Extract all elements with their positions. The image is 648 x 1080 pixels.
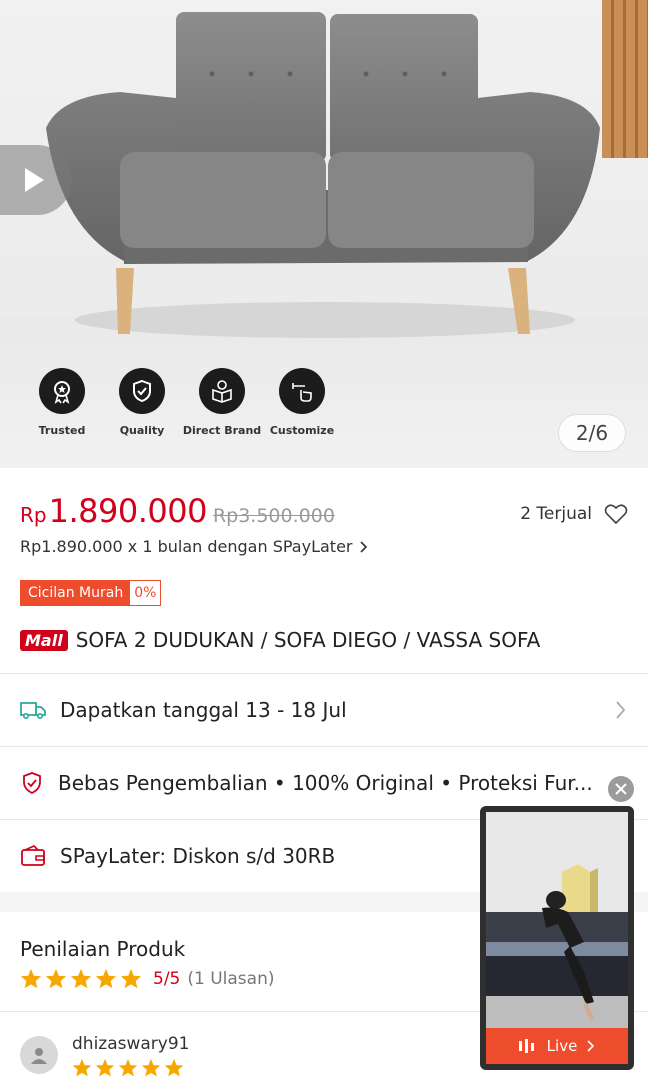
box-money-icon — [212, 380, 232, 403]
current-price: 1.890.000 — [48, 492, 208, 530]
badge-customize: Customize — [262, 368, 342, 437]
badge-label: Customize — [269, 424, 335, 437]
shipping-text: Dapatkan tanggal 13 - 18 Jul — [60, 698, 347, 722]
star-icon — [164, 1058, 184, 1077]
rating-value: 5/5 — [153, 969, 181, 989]
cicilan-label: Cicilan Murah — [21, 581, 131, 605]
price-currency: Rp — [20, 503, 47, 527]
chevron-right-icon — [360, 540, 368, 553]
review-stars — [72, 1058, 190, 1078]
live-preview-image — [486, 812, 628, 1064]
feature-badges: Trusted Quality Direct Brand Customize — [22, 368, 342, 437]
star-icon — [120, 968, 142, 989]
original-price: Rp3.500.000 — [212, 505, 335, 527]
product-title: SOFA 2 DUDUKAN / SOFA DIEGO / VASSA SOFA — [75, 628, 541, 652]
wallet-icon — [21, 845, 45, 866]
star-icon — [70, 968, 92, 989]
star-icon — [45, 968, 67, 989]
hand-pointer-icon — [292, 383, 312, 402]
heart-icon[interactable] — [604, 503, 628, 525]
star-icon — [95, 1058, 115, 1077]
review-username: dhizaswary91 — [72, 1034, 190, 1054]
badge-label: Quality — [119, 424, 165, 437]
star-icon — [118, 1058, 138, 1077]
product-image-carousel[interactable]: Trusted Quality Direct Brand Customize 2… — [0, 0, 648, 468]
live-label: Live — [546, 1037, 578, 1055]
badge-trusted: Trusted — [22, 368, 102, 437]
rating-section-title: Penilaian Produk — [20, 937, 186, 961]
user-icon — [31, 1048, 47, 1064]
star-icon — [20, 968, 42, 989]
chevron-right-icon — [587, 1040, 595, 1052]
cicilan-badge: Cicilan Murah 0% — [20, 580, 162, 606]
live-button[interactable]: Live — [486, 1028, 628, 1064]
star-icon — [72, 1058, 92, 1077]
rating-stars: 5/5 (1 Ulasan) — [20, 968, 274, 990]
mall-badge: Mall — [20, 629, 68, 651]
rating-count: (1 Ulasan) — [187, 969, 275, 989]
sold-and-like: 2 Terjual — [520, 503, 628, 525]
live-scene — [486, 812, 628, 1064]
play-icon — [25, 168, 44, 192]
cicilan-rate: 0% — [134, 585, 157, 601]
badge-quality: Quality — [102, 368, 182, 437]
shield-check-icon — [23, 772, 41, 795]
star-icon — [95, 968, 117, 989]
live-bars-icon — [518, 1039, 534, 1053]
star-icon — [141, 1058, 161, 1077]
shield-check-icon — [133, 379, 151, 403]
close-live-button[interactable] — [608, 776, 634, 802]
medal-icon — [54, 381, 70, 404]
shipping-row[interactable]: Dapatkan tanggal 13 - 18 Jul — [0, 674, 648, 746]
badge-label: Trusted — [38, 424, 86, 437]
product-page: Trusted Quality Direct Brand Customize 2… — [0, 0, 648, 1080]
close-icon — [615, 783, 627, 795]
chevron-right-icon — [616, 701, 626, 719]
play-video-button[interactable] — [0, 145, 72, 215]
price-row: Rp 1.890.000 Rp3.500.000 — [20, 492, 335, 530]
sold-count: 2 Terjual — [520, 504, 592, 524]
image-counter: 2/6 — [558, 414, 626, 452]
review-item: dhizaswary91 — [20, 1034, 190, 1078]
live-stream-card[interactable]: Live — [480, 806, 634, 1070]
product-title-row: Mall SOFA 2 DUDUKAN / SOFA DIEGO / VASSA… — [20, 628, 540, 652]
spaylater-installment[interactable]: Rp1.890.000 x 1 bulan dengan SPayLater — [20, 537, 368, 556]
badge-label: Direct Brand — [182, 424, 262, 437]
spaylater-discount-text: SPayLater: Diskon s/d 30RB — [60, 844, 336, 868]
guarantee-text: Bebas Pengembalian • 100% Original • Pro… — [58, 771, 593, 795]
badge-direct-brand: Direct Brand — [182, 368, 262, 437]
spaylater-text: Rp1.890.000 x 1 bulan dengan SPayLater — [20, 537, 353, 556]
avatar — [20, 1036, 58, 1074]
truck-icon — [20, 702, 46, 720]
